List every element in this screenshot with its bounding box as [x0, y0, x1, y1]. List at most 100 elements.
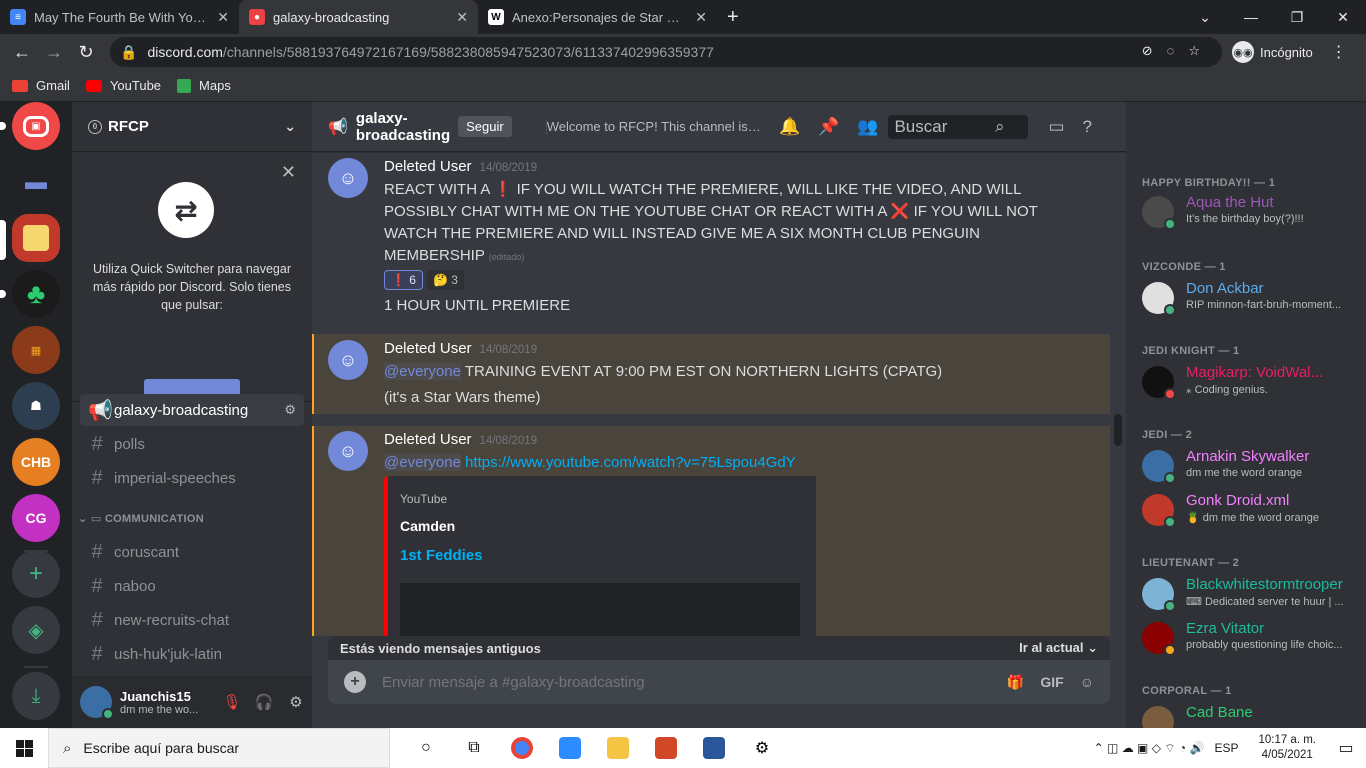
- server-icon-home[interactable]: ▣: [12, 102, 60, 150]
- language-indicator[interactable]: ESP: [1214, 741, 1238, 755]
- file-explorer-icon[interactable]: [594, 728, 642, 768]
- close-window-icon[interactable]: ✕: [1320, 9, 1366, 26]
- server-icon-wild[interactable]: ▦: [12, 326, 60, 374]
- close-tab-icon[interactable]: ✕: [695, 9, 707, 26]
- category-communication[interactable]: ⌄ ▭ COMMUNICATION: [78, 512, 204, 525]
- incognito-profile[interactable]: ◉◉ Incógnito ⋮: [1232, 39, 1347, 65]
- member-item[interactable]: Blackwhitestormtrooper ⌨ Dedicated serve…: [1142, 573, 1362, 615]
- user-info[interactable]: Juanchis15 dm me the wo...: [120, 689, 216, 716]
- message-author[interactable]: Deleted User: [384, 340, 472, 357]
- message-author[interactable]: Deleted User: [384, 431, 472, 448]
- embed-video-thumbnail[interactable]: [400, 583, 800, 636]
- member-item[interactable]: Magikarp: VoidWal... ⁎ Coding genius.: [1142, 361, 1362, 403]
- forward-icon[interactable]: →: [38, 42, 70, 63]
- taskbar-search[interactable]: ⌕ Escribe aquí para buscar: [48, 728, 390, 768]
- folder-icon[interactable]: ▬: [12, 158, 60, 206]
- clock[interactable]: 10:17 a. m. 4/05/2021: [1258, 733, 1316, 763]
- bookmark-maps[interactable]: Maps: [177, 78, 231, 93]
- gif-button[interactable]: GIF: [1040, 674, 1063, 691]
- member-item[interactable]: Don Ackbar RIP minnon-fart-bruh-moment..…: [1142, 277, 1362, 319]
- gear-icon[interactable]: ⚙: [284, 402, 296, 418]
- youtube-link[interactable]: https://www.youtube.com/watch?v=75Lspou4…: [465, 454, 796, 471]
- tray-icons[interactable]: ⌃ ◫ ☁ ▣ ◇ ⌔ ◔ 🔊: [1094, 741, 1205, 756]
- embed-author[interactable]: Camden: [400, 518, 455, 534]
- discord-avatar-icon[interactable]: ☺: [328, 431, 368, 471]
- message-author[interactable]: Deleted User: [384, 158, 472, 175]
- server-icon-cg[interactable]: CG: [12, 494, 60, 542]
- explore-servers-icon[interactable]: ◈: [12, 606, 60, 654]
- server-icon-dark[interactable]: ☗: [12, 382, 60, 430]
- help-icon[interactable]: ?: [1083, 117, 1092, 137]
- channel-ush-huk-juk-latin[interactable]: # ush-huk'juk-latin: [80, 638, 304, 670]
- channel-galaxy-broadcasting[interactable]: 📢 galaxy-broadcasting ⚙: [80, 394, 304, 426]
- add-server-icon[interactable]: +: [12, 550, 60, 598]
- reaction-thinking[interactable]: 🤔 3: [426, 270, 464, 290]
- upload-plus-icon[interactable]: +: [344, 671, 366, 693]
- message-composer: + Enviar mensaje a #galaxy-broadcasting …: [328, 660, 1110, 704]
- member-item[interactable]: Arnakin Skywalker dm me the word orange: [1142, 445, 1362, 487]
- search-input[interactable]: Buscar ⌕: [888, 114, 1029, 139]
- powerpoint-icon[interactable]: [642, 728, 690, 768]
- channel-coruscant[interactable]: # coruscant: [80, 536, 304, 568]
- close-tab-icon[interactable]: ✕: [456, 9, 468, 26]
- channel-new-recruits-chat[interactable]: # new-recruits-chat: [80, 604, 304, 636]
- follow-button[interactable]: Seguir: [458, 116, 512, 137]
- close-icon[interactable]: ✕: [281, 162, 296, 183]
- tab-search-icon[interactable]: ⌄: [1182, 9, 1228, 26]
- members-icon[interactable]: 👥: [857, 117, 878, 137]
- server-icon-rfcp[interactable]: [12, 214, 60, 262]
- notifications-icon[interactable]: ▭: [1326, 738, 1366, 758]
- bell-icon[interactable]: 🔔: [779, 117, 800, 137]
- mute-mic-icon[interactable]: 🎙: [216, 693, 248, 711]
- download-apps-icon[interactable]: ⤓: [12, 672, 60, 720]
- channel-naboo[interactable]: # naboo: [80, 570, 304, 602]
- discord-avatar-icon[interactable]: ☺: [328, 158, 368, 198]
- pin-icon[interactable]: 📌: [818, 117, 839, 137]
- emoji-icon[interactable]: ☺: [1080, 674, 1094, 691]
- channel-topic[interactable]: Welcome to RFCP! This channel is where a…: [545, 119, 763, 134]
- word-icon[interactable]: [690, 728, 738, 768]
- headphones-icon[interactable]: 🎧: [248, 693, 280, 711]
- bookmark-gmail[interactable]: Gmail: [12, 78, 70, 93]
- minimize-icon[interactable]: —: [1228, 9, 1274, 25]
- channel-polls[interactable]: # polls: [80, 428, 304, 460]
- new-tab-icon[interactable]: +: [717, 0, 749, 34]
- windows-start-icon[interactable]: [0, 728, 48, 768]
- everyone-mention[interactable]: @everyone: [384, 363, 461, 380]
- inbox-icon[interactable]: ▭: [1048, 117, 1064, 137]
- gift-icon[interactable]: 🎁: [1007, 674, 1024, 691]
- member-item[interactable]: Cad Bane: [1142, 701, 1362, 728]
- browser-tab-2[interactable]: ● galaxy-broadcasting ✕: [239, 0, 478, 34]
- message-input[interactable]: Enviar mensaje a #galaxy-broadcasting: [382, 674, 645, 691]
- settings-gear-icon[interactable]: ⚙: [280, 693, 312, 711]
- member-item[interactable]: Aqua the Hut It's the birthday boy(?)!!!: [1142, 191, 1362, 233]
- chrome-icon[interactable]: [498, 728, 546, 768]
- address-bar[interactable]: 🔒 discord.com /channels/5881937649721671…: [110, 37, 1222, 67]
- message-scrollbar[interactable]: [1114, 162, 1122, 632]
- browser-tab-3[interactable]: W Anexo:Personajes de Star Wars - ✕: [478, 0, 717, 34]
- browser-tab-1[interactable]: ≡ May The Fourth Be With You! - D ✕: [0, 0, 239, 34]
- zoom-icon[interactable]: [546, 728, 594, 768]
- jump-to-present-button[interactable]: Ir al actual ⌄: [1019, 640, 1098, 656]
- reaction-exclamation[interactable]: ❗ 6: [384, 270, 423, 290]
- discord-avatar-icon[interactable]: ☺: [328, 340, 368, 380]
- task-view-icon[interactable]: ⧉: [450, 728, 498, 768]
- server-header[interactable]: 0 RFCP ⌄: [72, 102, 312, 152]
- member-item[interactable]: Gonk Droid.xml 🍍 dm me the word orange: [1142, 489, 1362, 531]
- bookmark-youtube[interactable]: YouTube: [85, 78, 161, 93]
- everyone-mention[interactable]: @everyone: [384, 454, 461, 471]
- server-icon-chb[interactable]: CHB: [12, 438, 60, 486]
- avatar[interactable]: [80, 686, 114, 720]
- reload-icon[interactable]: ↻: [70, 42, 102, 63]
- scrollbar-thumb[interactable]: [1114, 414, 1122, 446]
- settings-icon[interactable]: ⚙: [738, 728, 786, 768]
- cortana-icon[interactable]: ○: [402, 728, 450, 768]
- close-tab-icon[interactable]: ✕: [217, 9, 229, 26]
- server-icon-clover[interactable]: ♣: [12, 270, 60, 318]
- embed-title[interactable]: 1st Feddies: [400, 547, 483, 564]
- restore-icon[interactable]: ❐: [1274, 9, 1320, 26]
- back-icon[interactable]: ←: [6, 42, 38, 63]
- channel-imperial-speeches[interactable]: # imperial-speeches: [80, 462, 304, 494]
- member-item[interactable]: Ezra Vitator probably questioning life c…: [1142, 617, 1362, 659]
- menu-icon[interactable]: ⋮: [1331, 42, 1347, 62]
